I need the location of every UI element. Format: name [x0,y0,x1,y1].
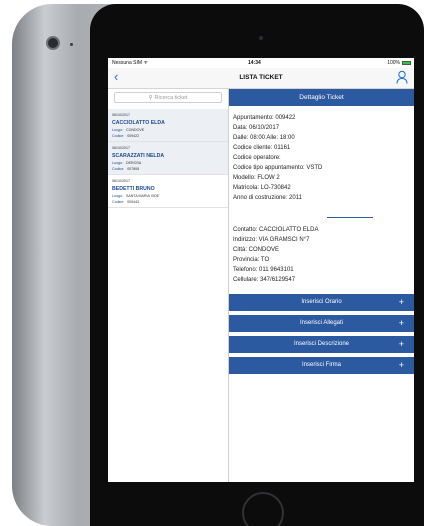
search-input[interactable]: ⚲ Ricerca ticket [114,92,222,103]
ticket-date: 06/10/2017 [112,179,130,183]
ticket-list: 06/10/2017 CACCIOLATTO ELDA Luogo: CONDOV… [108,109,228,208]
detail-appuntamento: Appuntamento: 009422 [233,115,296,121]
detail-anno: Anno di costruzione: 2011 [233,195,302,201]
action-label: Inserisci Orario [301,299,342,305]
battery-percent: 100% [387,60,400,66]
detail-data: Data: 06/10/2017 [233,125,280,131]
detail-codice-operatore: Codice operatore: [233,155,281,161]
ticket-luogo: Luogo: DEROSA [112,161,142,165]
carrier-label: Nessuna SIM ᯤ [112,60,148,66]
navigation-bar: ‹ LISTA TICKET [108,68,414,89]
detail-telefono: Telefono: 011 9643101 [233,267,294,273]
contact-details: Contatto: CACCIOLATTO ELDA Indirizzo: VI… [233,225,411,285]
insert-firma-button[interactable]: Inserisci Firma + [229,357,414,374]
ticket-name: BEDETTI BRUNO [112,186,155,192]
plus-icon: + [398,297,404,307]
home-button[interactable] [242,492,284,526]
user-icon[interactable] [396,70,408,84]
detail-contatto: Contatto: CACCIOLATTO ELDA [233,227,319,233]
action-label: Inserisci Allegati [299,320,344,326]
search-placeholder: Ricerca ticket [154,95,188,101]
app-screen: Nessuna SIM ᯤ 14:34 100% ‹ LISTA TICKET … [108,58,414,482]
ticket-luogo: Luogo: SANTA MARIA VIDE' [112,194,160,198]
ticket-detail-panel: Dettaglio Ticket Appuntamento: 009422 Da… [229,89,414,482]
list-item[interactable]: 06/10/2017 CACCIOLATTO ELDA Luogo: CONDOV… [108,109,228,142]
battery-icon [402,61,411,65]
detail-provincia: Provincia: TO [233,257,270,263]
detail-indirizzo: Indirizzo: VIA GRAMSCI N°7 [233,237,310,243]
detail-orario: Dalle: 08:00 Alle: 18:00 [233,135,295,141]
ticket-codice: Codice: 009443 [112,200,140,204]
ticket-codice: Codice: 007808 [112,167,140,171]
ticket-name: SCARAZZATI NELDA [112,153,165,159]
appointment-details: Appuntamento: 009422 Data: 06/10/2017 Da… [233,113,411,203]
action-label: Inserisci Descrizione [293,341,350,347]
search-icon: ⚲ [148,95,153,101]
action-label: Inserisci Firma [301,362,341,368]
plus-icon: + [398,318,404,328]
ticket-codice: Codice: 009422 [112,134,140,138]
microphone-dot [70,43,73,46]
ticket-luogo: Luogo: CONDOVE [112,128,145,132]
detail-codice-cliente: Codice cliente: 01161 [233,145,291,151]
status-time: 14:34 [248,60,261,66]
detail-header: Dettaglio Ticket [229,89,414,106]
page-title: LISTA TICKET [239,74,283,81]
plus-icon: + [398,339,404,349]
rear-camera [48,38,58,48]
section-separator [327,217,373,218]
insert-allegati-button[interactable]: Inserisci Allegati + [229,315,414,332]
detail-cellulare: Cellulare: 347/6129547 [233,277,296,283]
ticket-name: CACCIOLATTO ELDA [112,120,165,126]
photo-stage: Nessuna SIM ᯤ 14:34 100% ‹ LISTA TICKET … [0,0,430,526]
action-buttons: Inserisci Orario + Inserisci Allegati + … [229,294,414,378]
list-item[interactable]: 06/10/2017 BEDETTI BRUNO Luogo: SANTA MAR… [108,175,228,208]
plus-icon: + [398,360,404,370]
list-item[interactable]: 06/10/2017 SCARAZZATI NELDA Luogo: DEROSA… [108,142,228,175]
insert-orario-button[interactable]: Inserisci Orario + [229,294,414,311]
detail-matricola: Matricola: LO-730842 [233,185,291,191]
status-bar: Nessuna SIM ᯤ 14:34 100% [108,58,414,68]
ticket-date: 06/10/2017 [112,113,130,117]
front-camera [259,36,263,40]
insert-descrizione-button[interactable]: Inserisci Descrizione + [229,336,414,353]
detail-modello: Modello: FLOW 2 [233,175,280,181]
detail-citta: Città: CONDOVE [233,247,280,253]
ticket-list-panel: ⚲ Ricerca ticket 06/10/2017 CACCIOLATTO E… [108,89,228,482]
detail-codice-tipo: Codice tipo appuntamento: VSTD [233,165,323,171]
ticket-date: 06/10/2017 [112,146,130,150]
